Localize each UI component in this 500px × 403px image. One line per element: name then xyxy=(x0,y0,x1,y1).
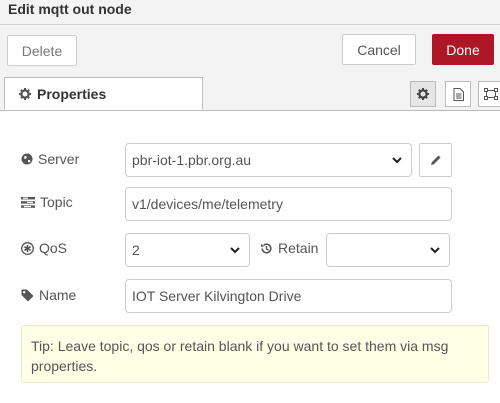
document-icon xyxy=(453,87,464,101)
qos-value: 2 xyxy=(132,242,140,258)
node-settings-tab-button[interactable] xyxy=(410,81,436,107)
done-button[interactable]: Done xyxy=(432,34,494,65)
server-value: pbr-iot-1.pbr.org.au xyxy=(132,152,252,168)
retain-select[interactable] xyxy=(326,233,450,267)
chevron-down-icon xyxy=(229,244,241,256)
name-label-row: Name xyxy=(21,287,76,303)
server-label: Server xyxy=(38,151,80,167)
node-appearance-tab-button[interactable] xyxy=(478,81,500,107)
qos-select[interactable]: 2 xyxy=(125,233,250,267)
gear-icon xyxy=(417,88,429,100)
name-input[interactable]: IOT Server Kilvington Drive xyxy=(125,279,452,313)
qos-label-row: QoS xyxy=(21,240,67,256)
tab-bar: Properties xyxy=(0,77,500,111)
tasks-icon xyxy=(21,196,35,208)
chevron-down-icon xyxy=(429,244,441,256)
tag-icon xyxy=(21,289,34,302)
tab-properties[interactable]: Properties xyxy=(4,77,203,110)
server-label-row: Server xyxy=(21,151,79,167)
qos-label: QoS xyxy=(39,240,68,256)
topic-label-row: Topic xyxy=(21,194,73,210)
pencil-icon xyxy=(430,154,442,166)
name-label: Name xyxy=(39,287,77,303)
retain-label: Retain xyxy=(278,240,319,256)
gear-icon xyxy=(19,87,31,100)
globe-icon xyxy=(21,153,33,165)
topic-label: Topic xyxy=(40,194,73,210)
edit-server-button[interactable] xyxy=(419,143,452,177)
dialog-header: Edit mqtt out node xyxy=(0,0,500,25)
tip-box: Tip: Leave topic, qos or retain blank if… xyxy=(21,325,489,383)
history-icon xyxy=(260,242,273,255)
chevron-down-icon xyxy=(391,154,403,166)
asterisk-circle-icon xyxy=(21,241,34,255)
retain-label-row: Retain xyxy=(260,240,318,256)
tab-properties-label: Properties xyxy=(37,85,107,102)
dialog-toolbar: Delete Cancel Done xyxy=(0,25,500,78)
node-description-tab-button[interactable] xyxy=(445,81,471,107)
frame-icon xyxy=(484,88,498,100)
dialog-title: Edit mqtt out node xyxy=(8,1,132,17)
delete-button[interactable]: Delete xyxy=(7,35,77,66)
topic-input[interactable]: v1/devices/me/telemetry xyxy=(125,187,452,221)
server-select[interactable]: pbr-iot-1.pbr.org.au xyxy=(125,143,412,177)
cancel-button[interactable]: Cancel xyxy=(342,34,416,65)
